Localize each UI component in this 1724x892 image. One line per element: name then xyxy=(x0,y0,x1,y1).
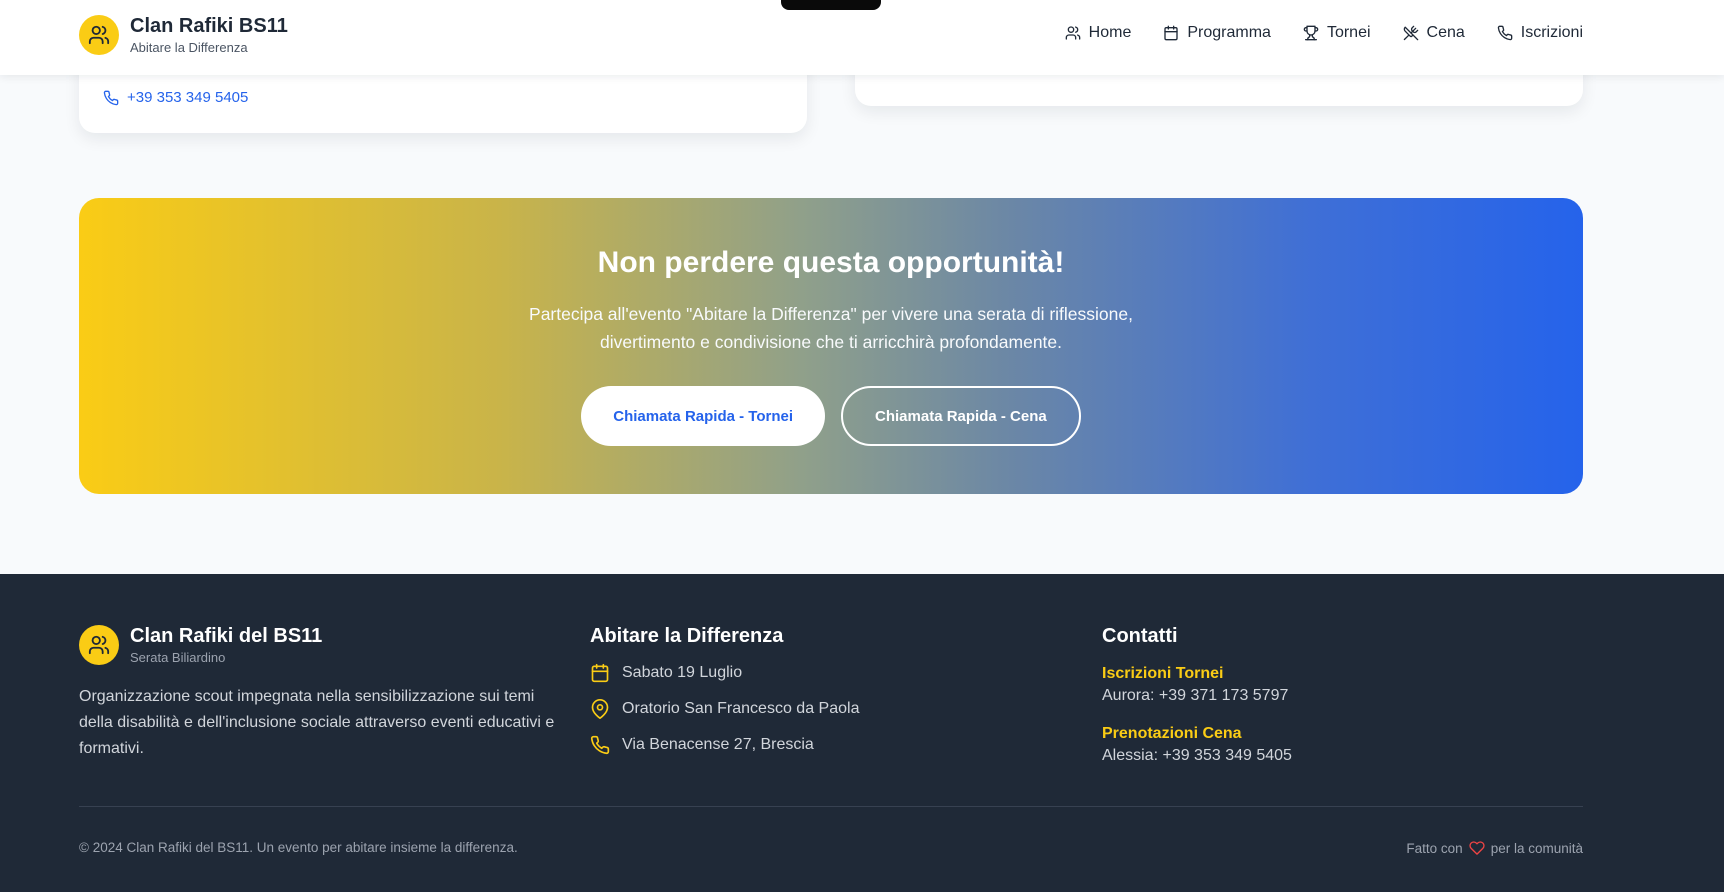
card-phone-link[interactable]: +39 353 349 5405 xyxy=(103,89,248,106)
footer-contact-list: Iscrizioni Tornei Aurora: +39 371 173 57… xyxy=(1102,663,1552,767)
phone-icon xyxy=(590,735,610,755)
footer-event-date: Sabato 19 Luglio xyxy=(590,662,1040,684)
made-with-suffix: per la comunità xyxy=(1490,840,1583,856)
footer-made-with: Fatto con per la comunità xyxy=(1406,840,1583,856)
cta-description: Partecipa all'evento "Abitare la Differe… xyxy=(79,300,1583,356)
heart-icon xyxy=(1469,841,1485,855)
cta-buttons: Chiamata Rapida - Tornei Chiamata Rapida… xyxy=(79,386,1583,446)
nav-cena-label: Cena xyxy=(1426,24,1465,41)
phone-icon xyxy=(103,90,119,105)
footer-contacts: Contatti Iscrizioni Tornei Aurora: +39 3… xyxy=(1102,624,1552,783)
site-footer: Clan Rafiki del BS11 Serata Biliardino O… xyxy=(0,574,1724,892)
footer-description: Organizzazione scout impegnata nella sen… xyxy=(79,688,555,757)
footer-brand-subtitle: Serata Biliardino xyxy=(130,650,226,665)
footer-event-heading: Abitare la Differenza xyxy=(590,625,784,647)
nav-cena[interactable]: Cena xyxy=(1403,24,1465,42)
users-icon xyxy=(1065,26,1081,40)
contact-tornei-value[interactable]: Aurora: +39 371 173 5797 xyxy=(1102,685,1552,707)
brand[interactable]: Clan Rafiki BS11 Abitare la Differenza xyxy=(79,14,288,56)
trophy-icon xyxy=(1303,25,1319,41)
footer-event-date-text: Sabato 19 Luglio xyxy=(622,664,743,681)
brand-subtitle: Abitare la Differenza xyxy=(130,40,248,55)
footer-brand: Clan Rafiki del BS11 Serata Biliardino xyxy=(79,624,559,666)
calendar-icon xyxy=(591,663,609,683)
calendar-icon xyxy=(1164,25,1179,41)
camera-notch xyxy=(781,0,881,10)
footer-event-location-text: Oratorio San Francesco da Paola xyxy=(622,700,860,717)
card-phone-number: +39 353 349 5405 xyxy=(127,89,249,106)
footer-event-address-text: Via Benacense 27, Brescia xyxy=(622,736,814,753)
footer-event: Abitare la Differenza Sabato 19 Luglio O… xyxy=(590,624,1040,770)
nav-programma-label: Programma xyxy=(1187,24,1271,41)
call-tornei-button[interactable]: Chiamata Rapida - Tornei xyxy=(581,386,826,446)
cta-text-line2: divertimento e condivisione che ti arric… xyxy=(599,332,1063,352)
main-nav: Home Programma Tornei Cena Iscrizioni xyxy=(1033,24,1583,42)
brand-title: Clan Rafiki BS11 xyxy=(130,15,288,37)
nav-tornei[interactable]: Tornei xyxy=(1303,24,1371,42)
nav-home-label: Home xyxy=(1088,24,1132,41)
site-header: Clan Rafiki BS11 Abitare la Differenza H… xyxy=(0,0,1724,75)
cta-title: Non perdere questa opportunità! xyxy=(597,246,1065,279)
utensils-icon xyxy=(1403,25,1418,41)
footer-event-list: Sabato 19 Luglio Oratorio San Francesco … xyxy=(590,662,1040,756)
users-logo-icon xyxy=(79,15,119,55)
nav-iscrizioni[interactable]: Iscrizioni xyxy=(1497,24,1583,42)
phone-icon xyxy=(1497,25,1513,41)
nav-tornei-label: Tornei xyxy=(1326,24,1371,41)
contact-tornei-label: Iscrizioni Tornei xyxy=(1102,665,1224,682)
footer-contacts-heading: Contatti xyxy=(1102,625,1178,647)
footer-brand-title: Clan Rafiki del BS11 xyxy=(130,625,323,647)
made-with-prefix: Fatto con xyxy=(1406,840,1463,856)
nav-home[interactable]: Home xyxy=(1065,24,1132,42)
footer-divider xyxy=(79,806,1583,807)
map-pin-icon xyxy=(591,699,609,719)
footer-event-location: Oratorio San Francesco da Paola xyxy=(590,698,1040,720)
footer-copyright: © 2024 Clan Rafiki del BS11. Un evento p… xyxy=(79,840,518,855)
contact-cena-value[interactable]: Alessia: +39 353 349 5405 xyxy=(1102,745,1552,767)
nav-iscrizioni-label: Iscrizioni xyxy=(1520,24,1583,41)
users-logo-icon xyxy=(79,625,119,665)
footer-about: Clan Rafiki del BS11 Serata Biliardino O… xyxy=(79,624,559,762)
cta-banner: Non perdere questa opportunità! Partecip… xyxy=(79,198,1583,494)
nav-programma[interactable]: Programma xyxy=(1163,24,1271,42)
footer-event-address: Via Benacense 27, Brescia xyxy=(590,734,1040,756)
call-cena-button[interactable]: Chiamata Rapida - Cena xyxy=(841,386,1081,446)
cta-text-line1: Partecipa all'evento "Abitare la Differe… xyxy=(529,304,1133,324)
contact-cena-label: Prenotazioni Cena xyxy=(1102,725,1242,742)
